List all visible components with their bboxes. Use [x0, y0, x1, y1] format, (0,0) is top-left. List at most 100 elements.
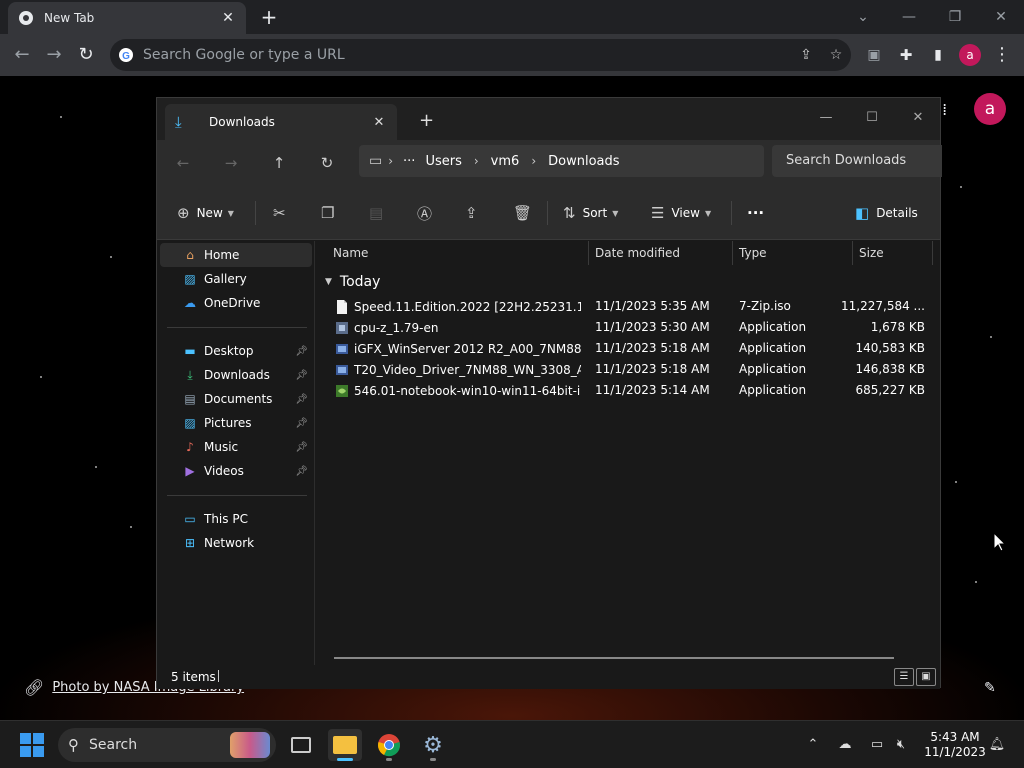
chevron-up-icon[interactable]: ⌃ — [804, 736, 822, 754]
file-row[interactable]: iGFX_WinServer 2012 R2_A00_7NM88_Set... … — [317, 338, 940, 359]
details-view-button[interactable]: ☰ — [894, 668, 914, 686]
delete-button[interactable]: 🗑︎ — [513, 201, 539, 225]
file-row[interactable]: cpu-z_1.79-en 11/1/2023 5:30 AM Applicat… — [317, 317, 940, 338]
view-button[interactable]: ☰ View ▼ — [651, 201, 711, 225]
onedrive-tray-icon[interactable]: ☁ — [836, 736, 854, 754]
taskbar-search[interactable]: ⚲ Search — [58, 728, 276, 762]
more-ellipsis-icon[interactable]: ··· — [403, 154, 415, 169]
nav-item-documents[interactable]: ▤ Documents 📌︎ — [160, 387, 312, 411]
side-panel-icon[interactable]: ▮ — [926, 43, 950, 67]
column-header-size[interactable]: Size — [853, 241, 933, 265]
minimize-icon[interactable]: — — [803, 104, 849, 132]
network-tray-icon[interactable]: ▭ — [868, 736, 886, 754]
reload-icon[interactable]: ↻ — [74, 43, 98, 67]
pin-icon[interactable]: 📌︎ — [295, 466, 308, 477]
nav-item-home[interactable]: ⌂ Home — [160, 243, 312, 267]
pin-icon[interactable]: 📌︎ — [295, 394, 308, 405]
cut-button[interactable]: ✂ — [273, 201, 293, 225]
settings-taskbar-button[interactable]: ⚙ — [416, 729, 450, 761]
close-tab-icon[interactable]: ✕ — [371, 115, 387, 130]
refresh-icon[interactable]: ↻ — [315, 151, 339, 175]
pin-icon[interactable]: 📌︎ — [295, 346, 308, 357]
close-tab-icon[interactable]: ✕ — [220, 10, 236, 26]
star-decoration — [975, 581, 977, 583]
pin-icon[interactable]: 📌︎ — [295, 442, 308, 453]
volume-muted-icon[interactable]: 🔇︎ — [892, 736, 910, 754]
breadcrumb-users[interactable]: Users — [425, 154, 461, 169]
file-row[interactable]: T20_Video_Driver_7NM88_WN_3308_A00 11/1/… — [317, 359, 940, 380]
rename-button[interactable]: Ⓐ — [417, 201, 439, 225]
new-tab-button[interactable]: + — [258, 6, 280, 28]
explorer-tab-downloads[interactable]: ⤓ Downloads ✕ — [165, 104, 397, 140]
nav-item-videos[interactable]: ▶ Videos 📌︎ — [160, 459, 312, 483]
new-button[interactable]: ⊕ New ▼ — [177, 201, 234, 225]
chrome-tab-new-tab[interactable]: New Tab ✕ — [8, 2, 246, 34]
extensions-puzzle-icon[interactable]: ✚ — [894, 43, 918, 67]
file-explorer-taskbar-button[interactable] — [328, 729, 362, 761]
sort-button[interactable]: ⇅ Sort ▼ — [563, 201, 618, 225]
minimize-icon[interactable]: — — [886, 0, 932, 34]
back-icon[interactable]: ← — [10, 43, 34, 67]
star-decoration — [40, 376, 42, 378]
details-button[interactable]: ◧ Details — [855, 201, 918, 225]
share-button[interactable]: ⇪ — [465, 201, 485, 225]
chrome-taskbar-button[interactable] — [372, 729, 406, 761]
paste-button[interactable]: ▤ — [369, 201, 390, 225]
chevron-right-icon: › — [388, 154, 394, 168]
bookmark-star-icon[interactable]: ☆ — [821, 47, 851, 63]
breadcrumb-vm6[interactable]: vm6 — [491, 154, 520, 169]
see-more-button[interactable]: ··· — [747, 201, 764, 225]
cloud-icon: ☁ — [184, 296, 196, 310]
explorer-new-tab-button[interactable]: + — [419, 110, 434, 131]
extension-app-icon[interactable]: ▣ — [862, 43, 886, 67]
address-bar[interactable]: ▭ › ··· Users › vm6 › Downloads — [359, 145, 764, 177]
nav-item-music[interactable]: ♪ Music 📌︎ — [160, 435, 312, 459]
nav-item-downloads[interactable]: ⤓ Downloads 📌︎ — [160, 363, 312, 387]
large-icons-view-button[interactable]: ▣ — [916, 668, 936, 686]
nav-item-network[interactable]: ⊞ Network — [160, 531, 312, 555]
nav-label: Gallery — [204, 272, 247, 286]
file-row[interactable]: 546.01-notebook-win10-win11-64bit-inte..… — [317, 380, 940, 401]
maximize-icon[interactable]: ☐ — [849, 104, 895, 132]
pin-icon[interactable]: 📌︎ — [295, 370, 308, 381]
notification-bell-icon[interactable]: 🔔︎ — [988, 736, 1006, 754]
search-input[interactable]: Search Downloads — [772, 145, 942, 177]
pin-icon[interactable]: 📌︎ — [295, 418, 308, 429]
start-button[interactable] — [20, 733, 44, 757]
up-icon[interactable]: ↑ — [267, 151, 291, 175]
nav-label: OneDrive — [204, 296, 261, 310]
close-window-icon[interactable]: ✕ — [978, 0, 1024, 34]
customize-pencil-icon[interactable]: ✎ — [984, 680, 996, 696]
nav-item-desktop[interactable]: ▬ Desktop 📌︎ — [160, 339, 312, 363]
item-count: 5 items — [171, 670, 216, 684]
status-bar: 5 items ☰ ▣ — [157, 665, 940, 689]
breadcrumb-downloads[interactable]: Downloads — [548, 154, 619, 169]
share-icon[interactable]: ⇪ — [791, 47, 821, 63]
search-highlight-icon — [230, 732, 270, 758]
nav-item-this-pc[interactable]: ▭ This PC — [160, 507, 312, 531]
menu-kebab-icon[interactable]: ⋮ — [990, 43, 1014, 67]
restore-icon[interactable]: ❐ — [932, 0, 978, 34]
omnibox[interactable]: G Search Google or type a URL ⇪ ☆ — [110, 39, 851, 71]
system-clock[interactable]: 5:43 AM 11/1/2023 — [922, 730, 988, 760]
copy-button[interactable]: ❐ — [321, 201, 341, 225]
column-header-date-modified[interactable]: Date modified — [589, 241, 733, 265]
file-row[interactable]: Speed.11.Edition.2022 [22H2.25231.1000].… — [317, 296, 940, 317]
nav-item-pictures[interactable]: ▨ Pictures 📌︎ — [160, 411, 312, 435]
nav-item-onedrive[interactable]: ☁ OneDrive — [160, 291, 312, 315]
group-header-today[interactable]: ▼ Today — [325, 274, 380, 290]
tab-search-chevron-icon[interactable]: ⌄ — [840, 0, 886, 34]
column-header-type[interactable]: Type — [733, 241, 853, 265]
ntp-account-avatar[interactable]: a — [974, 93, 1006, 125]
column-header-name[interactable]: Name — [317, 241, 589, 265]
back-icon[interactable]: ← — [171, 151, 195, 175]
horizontal-scrollbar[interactable] — [334, 657, 894, 659]
forward-icon[interactable]: → — [42, 43, 66, 67]
forward-icon[interactable]: → — [219, 151, 243, 175]
profile-avatar[interactable]: a — [959, 44, 981, 66]
nav-label: Documents — [204, 392, 273, 406]
close-window-icon[interactable]: ✕ — [895, 104, 941, 132]
nav-item-gallery[interactable]: ▨ Gallery — [160, 267, 312, 291]
link-icon: 🔗︎ — [24, 678, 45, 697]
task-view-button[interactable] — [284, 729, 318, 761]
